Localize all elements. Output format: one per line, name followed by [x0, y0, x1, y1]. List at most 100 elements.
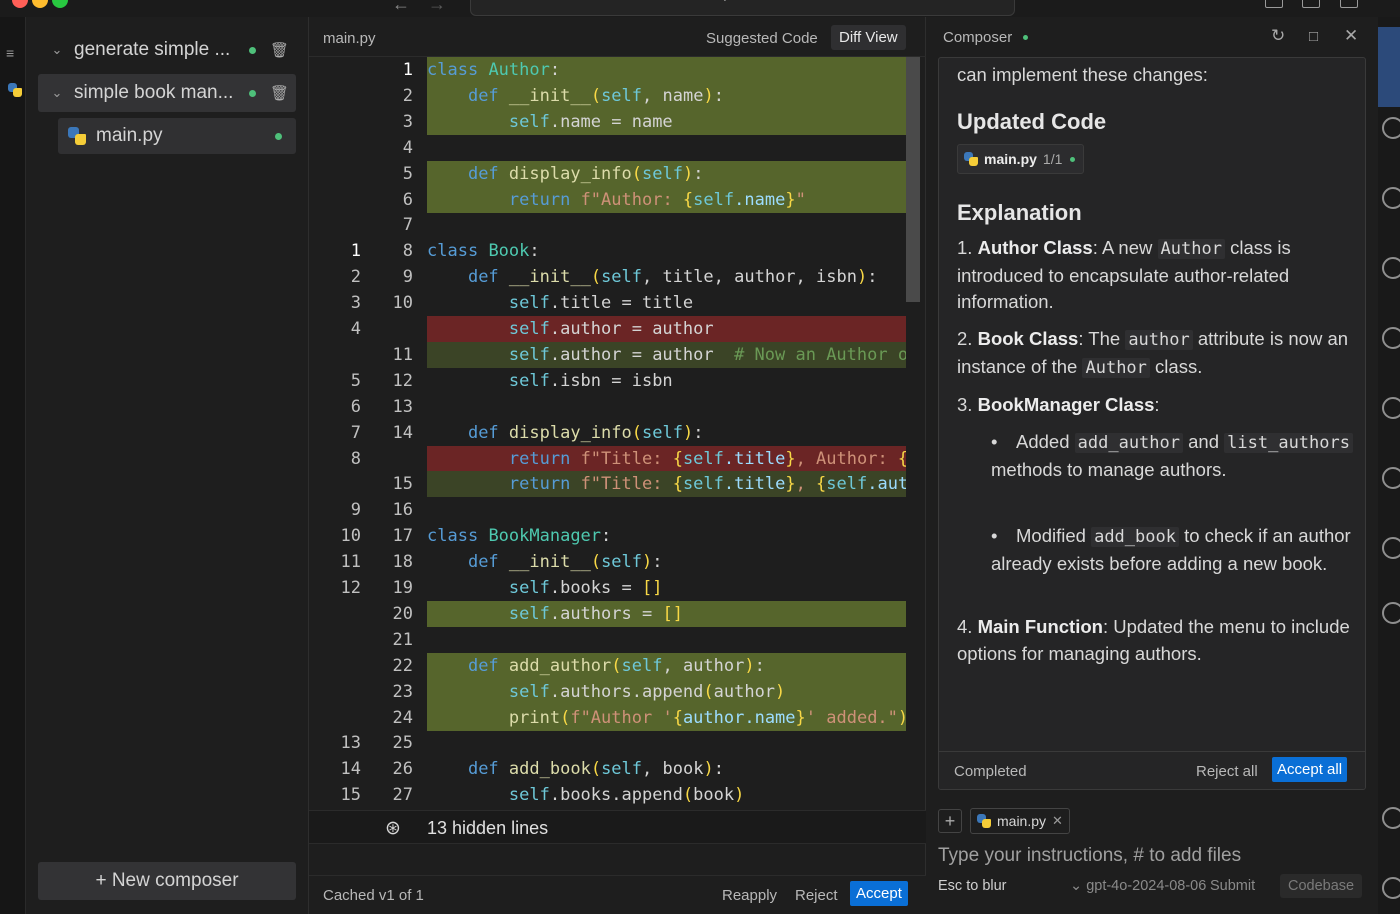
- status-label: Completed: [954, 763, 1027, 780]
- file-version-chip[interactable]: main.py 1/1: [957, 144, 1085, 174]
- point-1-title: Author Class: [977, 237, 1093, 258]
- layout-panel-icon[interactable]: [1302, 0, 1320, 8]
- forward-arrow-icon[interactable]: →: [428, 0, 446, 15]
- old-line-number: 13: [340, 733, 361, 754]
- point-2: 2. Book Class: The author attribute is n…: [957, 328, 1349, 378]
- new-line-number: 15: [392, 474, 413, 495]
- model-selector[interactable]: ⌄ gpt-4o-2024-08-06: [1070, 878, 1206, 894]
- diff-editor: main.py Suggested Code Diff View 1 class …: [309, 17, 926, 914]
- zoom-window-button[interactable]: [52, 0, 68, 8]
- editor-file-tab[interactable]: main.py: [323, 30, 376, 47]
- command-center-search[interactable]: composer-test: [470, 0, 1015, 16]
- new-composer-button[interactable]: + New composer: [38, 862, 296, 900]
- code-text: def display_info(self):: [467, 422, 704, 443]
- remote-icon[interactable]: [1382, 327, 1400, 349]
- added-code-line: 7: [309, 212, 926, 238]
- point-4-title: Main Function: [977, 616, 1103, 637]
- old-line-number: 12: [340, 578, 361, 598]
- added-code-line: 15 return f"Title: {self.title}, {self.a…: [309, 471, 926, 498]
- code-line: 6 13: [309, 394, 926, 420]
- trash-icon[interactable]: 🗑: [270, 41, 289, 59]
- code-text: print(f"Author '{author.name}' added."): [427, 704, 906, 731]
- maximize-icon[interactable]: □: [1309, 28, 1318, 45]
- editor-scrollbar[interactable]: [906, 57, 920, 302]
- deleted-code-line: 8 return f"Title: {self.title}, Author: …: [309, 445, 926, 472]
- unfold-icon[interactable]: ⊛: [385, 817, 401, 840]
- instructions-input[interactable]: Type your instructions, # to add files: [938, 845, 1241, 867]
- new-line-number: 26: [392, 759, 413, 780]
- minimize-window-button[interactable]: [32, 0, 48, 8]
- code-text: class Book:: [427, 241, 540, 262]
- python-file-icon: [68, 127, 86, 145]
- chevron-down-icon[interactable]: ⌄: [44, 42, 70, 58]
- close-window-button[interactable]: [12, 0, 28, 8]
- status-dot: [275, 132, 282, 140]
- new-line-number: 27: [392, 785, 413, 806]
- trash-icon[interactable]: 🗑: [270, 84, 289, 102]
- status-dot: [1023, 35, 1028, 40]
- editor-footer: Cached v1 of 1 Reapply Reject Accept: [309, 875, 926, 914]
- chip-version: 1/1: [1042, 150, 1063, 167]
- lightning-icon[interactable]: [1382, 602, 1400, 624]
- new-line-number: 24: [392, 707, 413, 728]
- back-arrow-icon[interactable]: ←: [392, 0, 410, 15]
- inline-code: Author: [1157, 239, 1225, 259]
- submit-button[interactable]: Submit: [1210, 878, 1255, 894]
- new-line-number: 8: [402, 241, 413, 262]
- share-icon[interactable]: [1382, 537, 1400, 559]
- remove-file-icon[interactable]: ✕: [1052, 813, 1063, 829]
- inline-code: author: [1125, 330, 1193, 350]
- code-line: 9 16: [309, 497, 926, 523]
- point-1-text-a: : A new: [1092, 237, 1158, 258]
- run-icon[interactable]: [1382, 187, 1400, 209]
- file-label: main.py: [96, 125, 163, 146]
- reapply-button[interactable]: Reapply: [722, 887, 777, 904]
- code-text: self.isbn = isbn: [508, 370, 673, 391]
- new-line-number: 23: [392, 681, 413, 702]
- code-line: 5 12 self.isbn = isbn: [309, 368, 926, 394]
- new-line-number: 10: [392, 293, 413, 314]
- add-context-button[interactable]: +: [938, 809, 962, 833]
- bullet-2-text-a: Modified: [1016, 525, 1092, 546]
- codebase-button[interactable]: Codebase: [1280, 874, 1363, 898]
- code-text: def add_book(self, book):: [467, 759, 724, 780]
- bullet-2: • Modified add_book to check if an author…: [991, 525, 1351, 574]
- history-icon[interactable]: ↻: [1271, 26, 1285, 46]
- composer-item-generate[interactable]: ⌄ generate simple ... 🗑: [38, 31, 296, 69]
- bullet-1-text-b: and: [1183, 431, 1225, 452]
- code-text: class Author:: [427, 57, 906, 83]
- point-4: 4. Main Function: Updated the menu to in…: [957, 616, 1350, 664]
- hidden-lines-bar[interactable]: ⊛ 13 hidden lines: [309, 810, 926, 844]
- layout-secondary-icon[interactable]: [1340, 0, 1358, 8]
- bullet-1-text-a: Added: [1016, 431, 1075, 452]
- accept-all-button[interactable]: Accept all: [1272, 757, 1348, 782]
- reject-button[interactable]: Reject: [795, 887, 838, 904]
- accept-button[interactable]: Accept: [850, 881, 908, 906]
- suggested-code-tab[interactable]: Suggested Code: [706, 30, 818, 47]
- code-text: return f"Title: {self.title}, {self.auth…: [427, 471, 906, 498]
- close-icon[interactable]: ✕: [1344, 26, 1358, 46]
- added-code-line: 6 return f"Author: {self.name}": [309, 186, 926, 213]
- extensions-icon[interactable]: [1382, 257, 1400, 279]
- context-file-chip[interactable]: main.py ✕: [970, 808, 1070, 834]
- sliders-icon[interactable]: ≡: [6, 45, 14, 61]
- composer-panel: Composer ↻ □ ✕ can implement these chang…: [926, 17, 1378, 914]
- testing-icon[interactable]: [1382, 397, 1400, 419]
- settings-gear-icon[interactable]: [1382, 877, 1400, 899]
- file-item-main-py[interactable]: main.py: [58, 118, 296, 154]
- account-icon[interactable]: [1382, 807, 1400, 829]
- layout-sidebar-icon[interactable]: [1265, 0, 1283, 8]
- old-line-number: 6: [350, 396, 361, 417]
- workspace-name: composer-test: [471, 0, 1014, 2]
- diff-view-tab[interactable]: Diff View: [831, 25, 906, 50]
- composer-item-simple-book[interactable]: ⌄ simple book man... 🗑: [38, 74, 296, 112]
- composer-view-tab[interactable]: [1378, 27, 1400, 107]
- inline-code: add_author: [1074, 433, 1183, 453]
- source-control-icon[interactable]: [1382, 467, 1400, 489]
- status-dot: [1070, 156, 1076, 162]
- code-text: self.authors = []: [427, 600, 906, 627]
- search-icon[interactable]: [1382, 117, 1400, 139]
- reject-all-button[interactable]: Reject all: [1196, 763, 1258, 780]
- point-3-colon: :: [1154, 394, 1160, 415]
- chevron-down-icon[interactable]: ⌄: [44, 85, 70, 101]
